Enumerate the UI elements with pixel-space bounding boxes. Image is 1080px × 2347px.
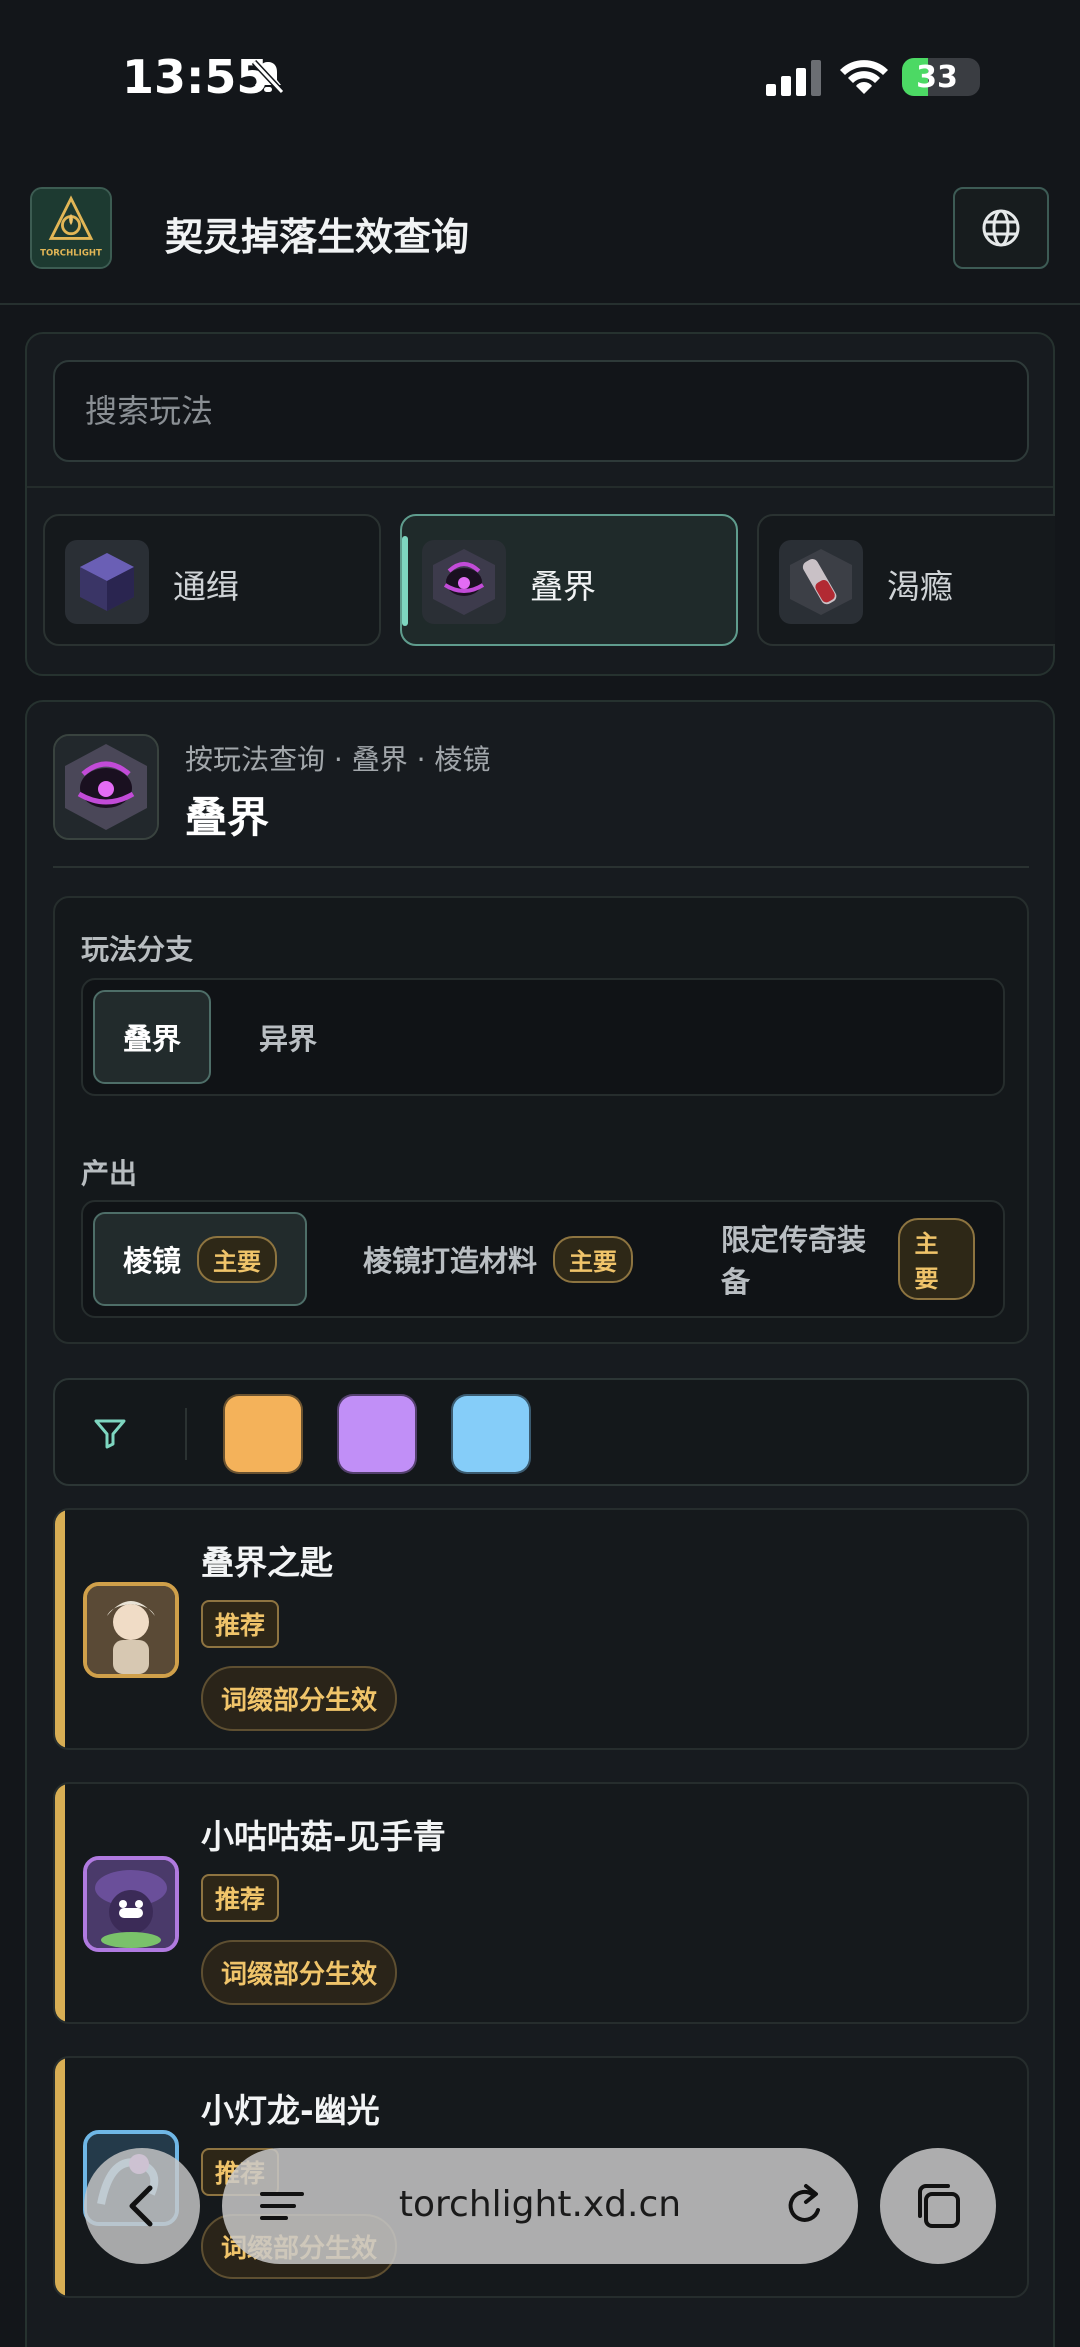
vial-icon	[779, 540, 863, 624]
pet-name: 叠界之匙	[201, 1543, 333, 1582]
mode-label: 渴瘾	[887, 567, 953, 606]
branch-option-diejie[interactable]: 叠界	[93, 990, 212, 1084]
branch-selector: 叠界 异界	[81, 978, 1005, 1096]
chevron-left-icon	[129, 2185, 153, 2227]
pet-card[interactable]: 叠界之匙 推荐 词缀部分生效	[53, 1508, 1029, 1750]
torchlight-logo: TORCHLIGHT	[30, 187, 112, 269]
browser-tabs-button[interactable]	[880, 2148, 996, 2264]
filter-icon[interactable]	[93, 1416, 127, 1450]
effect-status-tag: 词缀部分生效	[201, 1666, 398, 1731]
status-bar: 13:55 33	[0, 0, 1080, 150]
battery-indicator: 33	[902, 58, 980, 96]
battery-percent: 33	[916, 60, 958, 95]
app-header: TORCHLIGHT 契灵掉落生效查询	[0, 150, 1080, 305]
divider	[53, 866, 1029, 868]
tabs-icon	[918, 2184, 960, 2228]
mode-label: 通缉	[173, 567, 239, 606]
main-badge: 主要	[898, 1218, 975, 1300]
search-box[interactable]	[53, 360, 1029, 462]
color-filter-bar	[53, 1378, 1029, 1486]
divider	[27, 486, 1053, 488]
mode-search-panel: 通缉 叠界 渴瘾	[25, 332, 1055, 676]
mode-detail-panel: 按玩法查询 · 叠界 · 棱镜 叠界 玩法分支 叠界 异界 产出 棱镜 主要 棱…	[25, 700, 1055, 2347]
cellular-signal-icon	[766, 60, 821, 96]
mode-list: 通缉 叠界 渴瘾	[43, 514, 1055, 649]
mode-card-diejie[interactable]: 叠界	[400, 514, 738, 646]
main-badge: 主要	[197, 1235, 278, 1283]
recommended-tag: 推荐	[201, 1600, 280, 1648]
pet-card[interactable]: 小咕咕菇-见手青 推荐 词缀部分生效	[53, 1782, 1029, 2024]
browser-back-button[interactable]	[84, 2148, 200, 2264]
branch-label: 玩法分支	[81, 933, 194, 966]
browser-url: torchlight.xd.cn	[398, 2184, 682, 2225]
rarity-swatch-purple[interactable]	[339, 1396, 415, 1472]
page-title: 契灵掉落生效查询	[165, 215, 470, 259]
effect-status-tag: 词缀部分生效	[201, 1940, 398, 2005]
main-badge: 主要	[553, 1235, 634, 1283]
search-input[interactable]	[55, 362, 1027, 460]
mode-label: 叠界	[530, 567, 596, 606]
divider	[185, 1408, 187, 1460]
browser-address-bar[interactable]: torchlight.xd.cn	[222, 2148, 858, 2264]
output-option[interactable]: 棱镜 主要	[93, 1212, 308, 1306]
output-option[interactable]: 限定传奇装备 主要	[693, 1212, 1003, 1306]
output-option-label: 棱镜	[123, 1244, 182, 1278]
branch-option-yijie[interactable]: 异界	[231, 990, 345, 1084]
breadcrumb: 按玩法查询 · 叠界 · 棱镜	[185, 743, 491, 776]
mode-card-tongji[interactable]: 通缉	[43, 514, 381, 646]
bell-muted-icon	[251, 59, 285, 95]
output-option-label: 棱镜打造材料	[363, 1244, 538, 1278]
reload-icon[interactable]	[782, 2182, 828, 2230]
rift-icon	[53, 734, 159, 840]
output-label: 产出	[81, 1157, 138, 1190]
rarity-swatch-blue[interactable]	[453, 1396, 529, 1472]
status-time: 13:55	[122, 50, 269, 104]
mode-card-keyin[interactable]: 渴瘾	[757, 514, 1055, 646]
pet-avatar	[83, 1856, 179, 1952]
pet-name: 小咕咕菇-见手青	[201, 1817, 446, 1856]
globe-icon	[982, 209, 1020, 247]
rarity-swatch-orange[interactable]	[225, 1396, 301, 1472]
logo-text: TORCHLIGHT	[40, 249, 102, 259]
pet-avatar	[83, 1582, 179, 1678]
output-option-label: 限定传奇装备	[721, 1223, 867, 1299]
output-option[interactable]: 棱镜打造材料 主要	[335, 1212, 661, 1306]
recommended-tag: 推荐	[201, 1874, 280, 1922]
cube-icon	[65, 540, 149, 624]
filters-box: 玩法分支 叠界 异界 产出 棱镜 主要 棱镜打造材料 主要 限定传奇装备 主要	[53, 896, 1029, 1344]
language-button[interactable]	[953, 187, 1049, 269]
pet-name: 小灯龙-幽光	[201, 2091, 380, 2130]
wifi-icon	[840, 60, 888, 94]
detail-title: 叠界	[185, 793, 270, 842]
rift-icon	[422, 540, 506, 624]
output-selector: 棱镜 主要 棱镜打造材料 主要 限定传奇装备 主要	[81, 1200, 1005, 1318]
